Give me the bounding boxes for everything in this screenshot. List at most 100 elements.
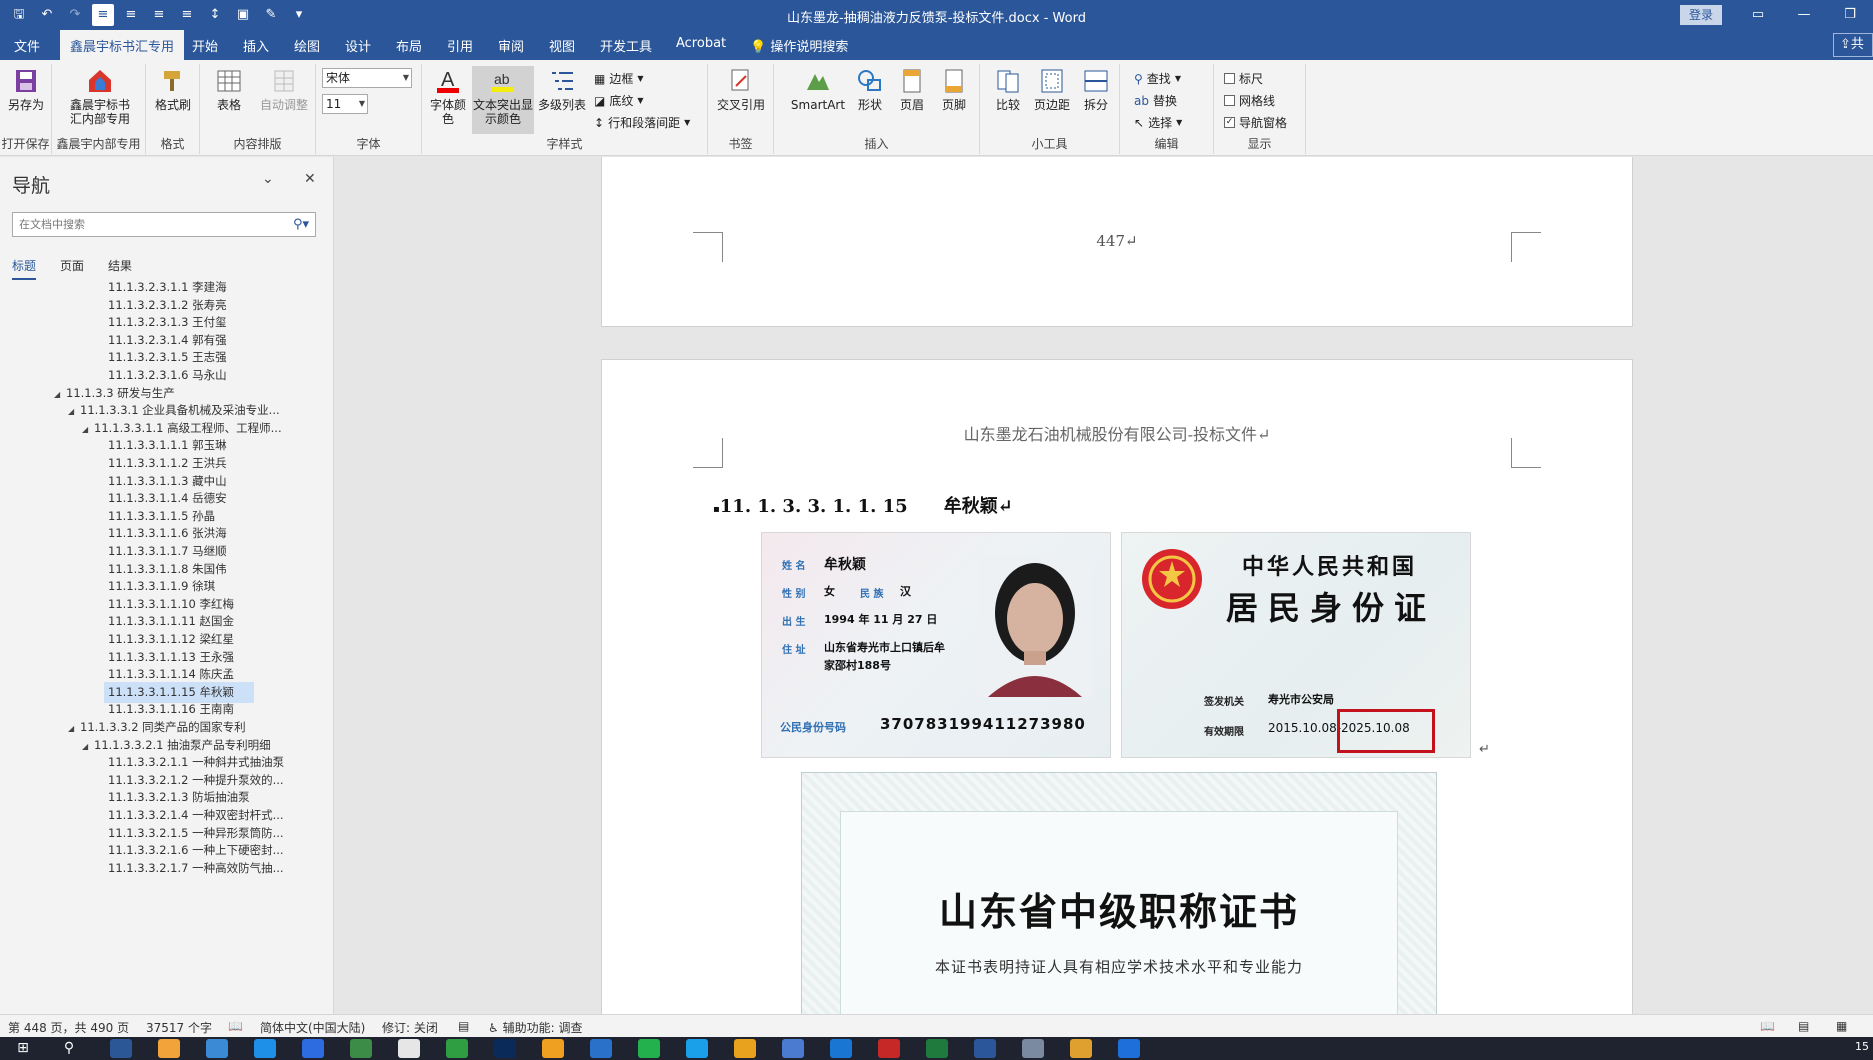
margin-corner: [1511, 438, 1541, 468]
tab-acrobat[interactable]: Acrobat: [676, 36, 726, 51]
margin-button[interactable]: 页边距: [1030, 66, 1074, 112]
nav-heading-label: 11.1.3.3.1.1.10 李红梅: [108, 596, 234, 611]
tab-xcy[interactable]: 鑫晨宇标书汇专用: [60, 30, 185, 60]
proofing-icon[interactable]: 📖: [228, 1019, 243, 1033]
collapse-triangle-icon[interactable]: ◢: [54, 384, 66, 405]
collapse-triangle-icon[interactable]: ◢: [68, 718, 80, 739]
tell-me-search[interactable]: 💡 操作说明搜索: [750, 36, 848, 55]
find-button[interactable]: ⚲ 查找 ▼: [1134, 70, 1181, 87]
ribbon-display-icon[interactable]: ▭: [1735, 0, 1781, 30]
app-icon[interactable]: [446, 1039, 468, 1058]
collapse-triangle-icon[interactable]: ◢: [82, 736, 94, 757]
app-icon[interactable]: [350, 1039, 372, 1058]
font-color-button[interactable]: A 字体颜色: [428, 66, 468, 126]
nav-heading-label: 11.1.3.3.1.1.4 岳德安: [108, 491, 227, 506]
tab-references[interactable]: 引用: [447, 36, 473, 55]
print-layout-icon[interactable]: ▤: [1798, 1019, 1809, 1033]
macro-icon[interactable]: ▤: [458, 1019, 469, 1033]
app-icon[interactable]: [782, 1039, 804, 1058]
replace-button[interactable]: ab 替换: [1134, 92, 1177, 109]
ruler-checkbox[interactable]: 标尺: [1224, 70, 1263, 87]
margin-corner: [1511, 232, 1541, 262]
nav-heading-label: 11.1.3.2.3.1.3 王付玺: [108, 315, 227, 330]
app-icon[interactable]: [542, 1039, 564, 1058]
app-icon[interactable]: [1118, 1039, 1140, 1058]
folder-icon[interactable]: [158, 1039, 180, 1058]
nav-heading-item[interactable]: 11.1.3.3.2.1.7 一种高效防气抽...: [108, 858, 284, 879]
close-icon[interactable]: ✕: [304, 171, 316, 187]
cross-reference-button[interactable]: 交叉引用: [714, 66, 768, 112]
font-color-icon: A: [437, 69, 459, 93]
acrobat-icon[interactable]: [878, 1039, 900, 1058]
tab-file[interactable]: 文件: [14, 36, 40, 55]
app-icon[interactable]: [110, 1039, 132, 1058]
share-button[interactable]: ⇪共: [1833, 33, 1873, 57]
tab-developer[interactable]: 开发工具: [600, 36, 652, 55]
paragraph-spacing-button[interactable]: ↕ 行和段落间距 ▼: [594, 114, 690, 131]
smartart-button[interactable]: SmartArt: [790, 66, 846, 112]
tab-layout[interactable]: 布局: [396, 36, 422, 55]
gridlines-checkbox[interactable]: 网格线: [1224, 92, 1275, 109]
qq-icon[interactable]: [686, 1039, 708, 1058]
nav-pane-checkbox[interactable]: ✓ 导航窗格: [1224, 114, 1287, 131]
nav-heading-label: 11.1.3.2.3.1.6 马永山: [108, 368, 227, 382]
tab-insert[interactable]: 插入: [243, 36, 269, 55]
accessibility-status[interactable]: ♿ 辅助功能: 调查: [488, 1019, 582, 1036]
font-name-combo[interactable]: 宋体 ▼: [322, 68, 412, 88]
xcy-internal-button[interactable]: 鑫晨宇标书 汇内部专用: [60, 66, 140, 126]
track-changes-status[interactable]: 修订: 关闭: [382, 1019, 438, 1036]
page-count[interactable]: 第 448 页，共 490 页: [8, 1019, 129, 1036]
tab-home[interactable]: 开始: [192, 36, 218, 55]
text-highlight-button[interactable]: ab 文本突出显 示颜色: [472, 66, 534, 134]
nav-search-input[interactable]: 在文档中搜索 ⚲▾: [12, 212, 316, 237]
photoshop-icon[interactable]: [494, 1039, 516, 1058]
app-icon[interactable]: [734, 1039, 756, 1058]
collapse-triangle-icon[interactable]: ◢: [82, 419, 94, 440]
nav-heading-label: 11.1.3.3.1.1 高级工程师、工程师...: [94, 420, 282, 435]
app-icon[interactable]: [254, 1039, 276, 1058]
login-button[interactable]: 登录: [1680, 5, 1722, 25]
web-layout-icon[interactable]: ▦: [1836, 1019, 1847, 1033]
app-icon[interactable]: [590, 1039, 612, 1058]
start-icon[interactable]: ⊞: [12, 1039, 34, 1058]
excel-icon[interactable]: [926, 1039, 948, 1058]
tab-review[interactable]: 审阅: [498, 36, 524, 55]
shape-button[interactable]: 形状: [850, 66, 890, 112]
split-button[interactable]: 拆分: [1076, 66, 1116, 112]
compare-button[interactable]: 比较: [988, 66, 1028, 112]
app-icon[interactable]: [398, 1039, 420, 1058]
autofit-button[interactable]: 自动调整: [258, 66, 310, 112]
tab-draw[interactable]: 绘图: [294, 36, 320, 55]
search-icon[interactable]: ⚲: [58, 1039, 80, 1058]
collapse-triangle-icon[interactable]: ◢: [68, 401, 80, 422]
format-painter-button[interactable]: 格式刷: [150, 66, 196, 112]
maximize-icon[interactable]: ❐: [1827, 0, 1873, 30]
tab-design[interactable]: 设计: [345, 36, 371, 55]
document-canvas[interactable]: 447↵ 山东墨龙石油机械股份有限公司-投标文件↵ ▪11. 1. 3. 3. …: [335, 157, 1873, 1014]
word-count[interactable]: 37517 个字: [146, 1019, 212, 1036]
app-icon[interactable]: [206, 1039, 228, 1058]
minimize-icon[interactable]: —: [1781, 0, 1827, 30]
app-icon[interactable]: [1070, 1039, 1092, 1058]
search-icon[interactable]: ⚲▾: [293, 213, 309, 236]
table-button[interactable]: 表格: [206, 66, 252, 112]
save-as-button[interactable]: 另存为: [4, 66, 48, 112]
header-button[interactable]: 页眉: [892, 66, 932, 112]
section-heading[interactable]: ▪11. 1. 3. 3. 1. 1. 15 牟秋颖↵: [713, 492, 1013, 518]
footer-button[interactable]: 页脚: [934, 66, 974, 112]
wechat-icon[interactable]: [638, 1039, 660, 1058]
app-icon[interactable]: [302, 1039, 324, 1058]
read-mode-icon[interactable]: 📖: [1760, 1019, 1775, 1033]
browser-icon[interactable]: [830, 1039, 852, 1058]
app-icon[interactable]: [1022, 1039, 1044, 1058]
shading-button[interactable]: ◪ 底纹 ▼: [594, 92, 644, 109]
tab-view[interactable]: 视图: [549, 36, 575, 55]
multilevel-list-button[interactable]: 多级列表: [536, 66, 588, 112]
chevron-down-icon[interactable]: ⌄: [262, 171, 274, 187]
select-button[interactable]: ↖ 选择 ▼: [1134, 114, 1182, 131]
id-number: 370783199411273980: [880, 715, 1086, 733]
font-size-combo[interactable]: 11 ▼: [322, 94, 368, 114]
word-icon[interactable]: [974, 1039, 996, 1058]
border-button[interactable]: ▦ 边框 ▼: [594, 70, 644, 87]
language[interactable]: 简体中文(中国大陆): [260, 1019, 365, 1036]
